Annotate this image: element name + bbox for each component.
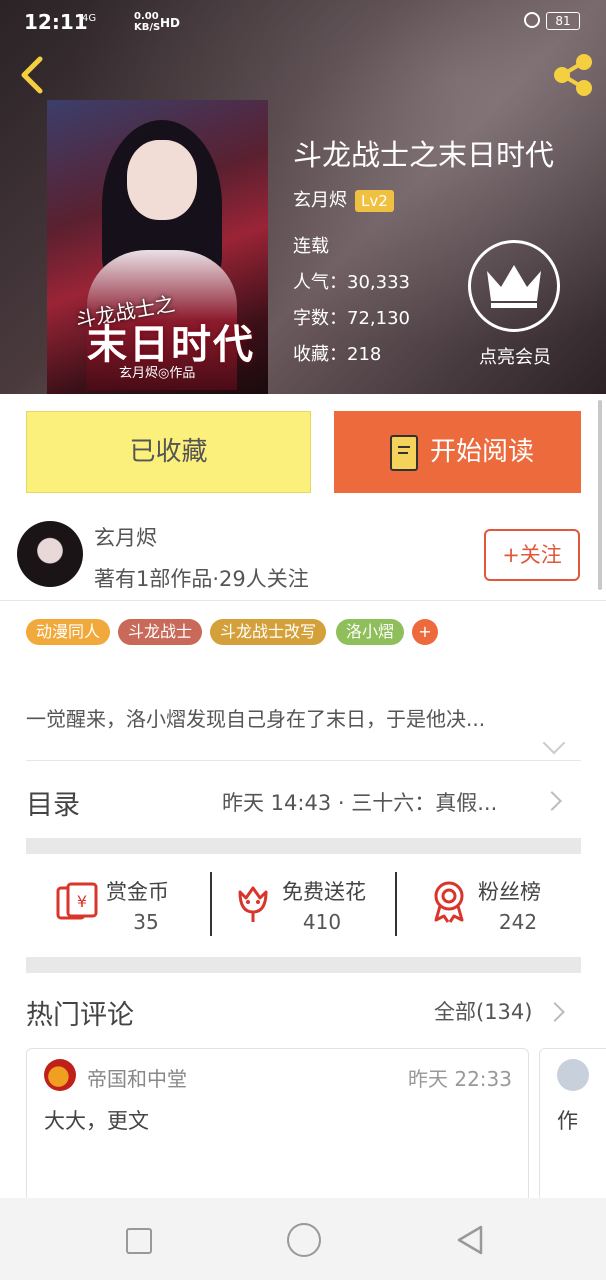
author-avatar[interactable] <box>17 521 83 587</box>
recent-apps-icon[interactable] <box>126 1228 152 1254</box>
reward-coins-label: 赏金币 <box>106 880 169 904</box>
network-speed: 0.00 KB/S <box>134 11 161 33</box>
battery-indicator: 81 <box>546 12 580 30</box>
tag[interactable]: 斗龙战士 <box>118 619 203 645</box>
free-flowers-value: 410 <box>302 910 342 934</box>
fan-ranking-value: 242 <box>498 910 538 934</box>
scrollbar[interactable] <box>598 400 602 590</box>
divider <box>0 600 606 601</box>
book-author[interactable]: 玄月烬 <box>293 190 347 211</box>
vip-crown-button[interactable] <box>468 240 560 332</box>
more-tags-button[interactable]: + <box>412 619 438 645</box>
start-reading-button[interactable]: 开始阅读 <box>334 411 581 493</box>
red-envelope-icon: ¥ <box>56 882 98 920</box>
book-cover[interactable]: 斗龙战士之 末日时代 玄月烬◎作品 <box>47 100 268 394</box>
flower-icon <box>238 886 268 922</box>
reward-coins-value: 35 <box>133 910 159 934</box>
status-time: 12:11 <box>24 10 88 34</box>
svg-text:¥: ¥ <box>77 892 87 911</box>
divider <box>26 760 581 761</box>
book-intro[interactable]: 一觉醒来，洛小熠发现自己身在了末日，于是他决... <box>26 703 571 732</box>
tag[interactable]: 斗龙战士改写 <box>210 619 327 645</box>
commenter-avatar[interactable] <box>557 1059 589 1091</box>
status-bar: 12:11 4G 0.00 KB/S HD 81 <box>0 0 606 44</box>
system-nav-bar <box>0 1198 606 1280</box>
comment-text: 大大，更文 <box>44 1109 149 1133</box>
crown-icon <box>487 265 541 308</box>
comment-card[interactable]: 帝国和中堂 昨天 22:33 大大，更文 <box>26 1048 529 1208</box>
author-level-badge: Lv2 <box>355 190 394 212</box>
rotation-lock-icon <box>524 12 540 28</box>
serial-status: 连载 <box>293 236 329 257</box>
divider <box>210 872 212 936</box>
back-icon[interactable] <box>455 1224 485 1256</box>
back-arrow-icon[interactable] <box>18 55 48 95</box>
favorited-button[interactable]: 已收藏 <box>26 411 311 493</box>
all-comments-link[interactable]: 全部(134) <box>434 996 532 1026</box>
home-icon[interactable] <box>287 1223 321 1257</box>
popularity-stat: 人气：30,333 <box>293 272 410 293</box>
tag[interactable]: 动漫同人 <box>26 619 111 645</box>
author-meta: 著有1部作品·29人关注 <box>94 567 309 591</box>
tag[interactable]: 洛小熠 <box>336 619 405 645</box>
comment-text: 作 <box>557 1109 578 1133</box>
follow-button[interactable]: +关注 <box>484 529 580 581</box>
network-indicator: 4G <box>82 13 97 24</box>
medal-icon <box>434 881 464 923</box>
free-flowers[interactable]: 免费送花 410 <box>230 870 410 940</box>
comment-time: 昨天 22:33 <box>408 1067 512 1091</box>
word-count-stat: 字数：72,130 <box>293 308 410 329</box>
hot-comments-title: 热门评论 <box>26 1000 134 1031</box>
free-flowers-label: 免费送花 <box>282 880 366 904</box>
toc-latest-chapter[interactable]: 昨天 14:43 · 三十六：真假... <box>222 787 532 817</box>
hd-indicator: HD <box>160 16 181 30</box>
vip-label[interactable]: 点亮会员 <box>468 343 562 369</box>
favorites-stat: 收藏：218 <box>293 344 382 365</box>
author-name[interactable]: 玄月烬 <box>94 522 157 552</box>
cover-author: 玄月烬◎作品 <box>119 366 196 381</box>
commenter-avatar[interactable] <box>44 1059 76 1091</box>
share-icon[interactable] <box>550 52 596 98</box>
reward-coins[interactable]: ¥ 赏金币 35 <box>54 870 234 940</box>
book-title: 斗龙战士之末日时代 <box>293 138 555 172</box>
comment-card[interactable]: 作 <box>539 1048 606 1208</box>
fan-ranking[interactable]: 粉丝榜 242 <box>426 870 606 940</box>
section-separator <box>26 838 581 854</box>
toc-label[interactable]: 目录 <box>26 783 80 822</box>
book-author-row: 玄月烬 Lv2 <box>293 186 394 212</box>
section-separator <box>26 957 581 973</box>
book-icon <box>390 435 418 471</box>
fan-ranking-label: 粉丝榜 <box>478 880 541 904</box>
start-reading-label: 开始阅读 <box>430 437 535 467</box>
divider <box>395 872 397 936</box>
commenter-name[interactable]: 帝国和中堂 <box>87 1063 187 1092</box>
